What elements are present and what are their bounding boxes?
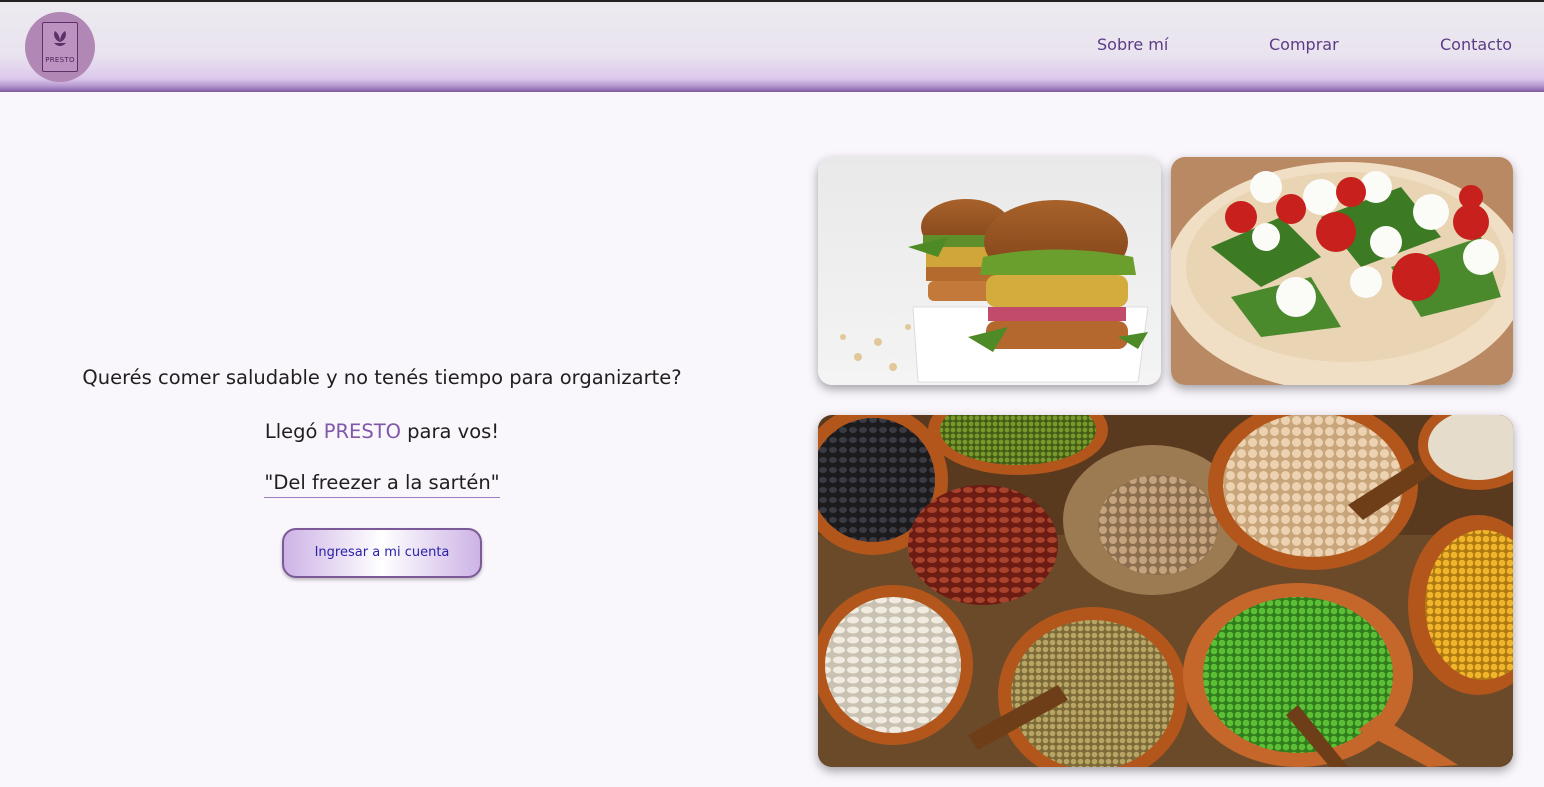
nav-sobre-mi[interactable]: Sobre mí: [1097, 35, 1168, 54]
nav-comprar[interactable]: Comprar: [1269, 35, 1339, 54]
presto-logo[interactable]: PRESTO: [25, 12, 95, 82]
leaf-bowl-icon: [54, 31, 66, 46]
legumes-photo: [818, 415, 1513, 767]
hero-section: Querés comer saludable y no tenés tiempo…: [40, 362, 724, 578]
tagline-prefix: Llegó: [264, 420, 324, 443]
logo-card: PRESTO: [42, 22, 78, 72]
veggie-burger-photo: [818, 157, 1161, 385]
nav-contacto[interactable]: Contacto: [1440, 35, 1512, 54]
logo-text: PRESTO: [45, 56, 75, 64]
tagline-suffix: para vos!: [400, 420, 500, 443]
hero-slogan: "Del freezer a la sartén": [264, 470, 500, 498]
site-header: PRESTO Sobre mí Comprar Contacto: [0, 0, 1544, 92]
hero-question: Querés comer saludable y no tenés tiempo…: [82, 366, 682, 389]
brand-name: PRESTO: [323, 420, 401, 443]
hero-tagline: Llegó PRESTO para vos!: [40, 416, 724, 448]
login-button[interactable]: Ingresar a mi cuenta: [282, 528, 482, 578]
pizza-photo: [1171, 157, 1513, 385]
